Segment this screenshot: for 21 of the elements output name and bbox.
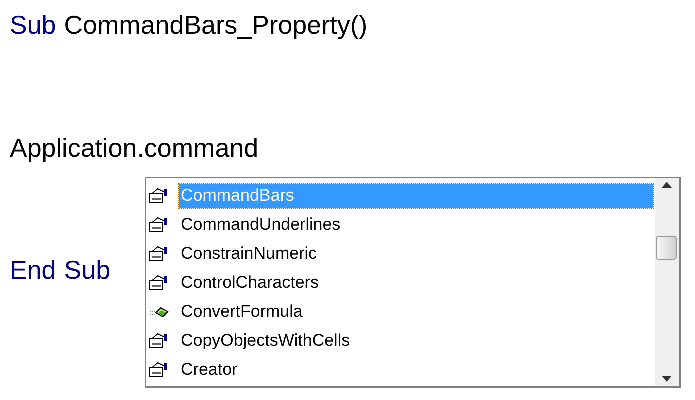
code-text: CommandBars_Property() <box>64 10 368 40</box>
property-icon <box>149 362 169 378</box>
completion-item[interactable]: CopyObjectsWithCells <box>179 328 653 352</box>
property-icon <box>149 274 169 290</box>
completion-item[interactable]: CommandUnderlines <box>179 212 653 236</box>
scroll-down-icon[interactable] <box>662 376 672 382</box>
property-icon <box>149 188 169 204</box>
code-keyword: End <box>10 255 56 285</box>
scrollbar[interactable] <box>655 178 679 386</box>
code-keyword: Sub <box>10 10 56 40</box>
scroll-up-icon[interactable] <box>662 182 672 188</box>
scroll-thumb[interactable] <box>656 236 677 260</box>
completion-item[interactable]: ConvertFormula <box>179 300 653 324</box>
property-icon <box>149 216 169 232</box>
property-icon <box>149 246 169 262</box>
completion-item[interactable]: ConstrainNumeric <box>179 242 653 266</box>
completion-item[interactable]: Creator <box>179 358 653 382</box>
completion-item[interactable]: ControlCharacters <box>179 270 653 294</box>
code-keyword: Sub <box>64 255 111 285</box>
code-text: Application.command <box>10 133 259 163</box>
property-icon <box>149 332 169 348</box>
